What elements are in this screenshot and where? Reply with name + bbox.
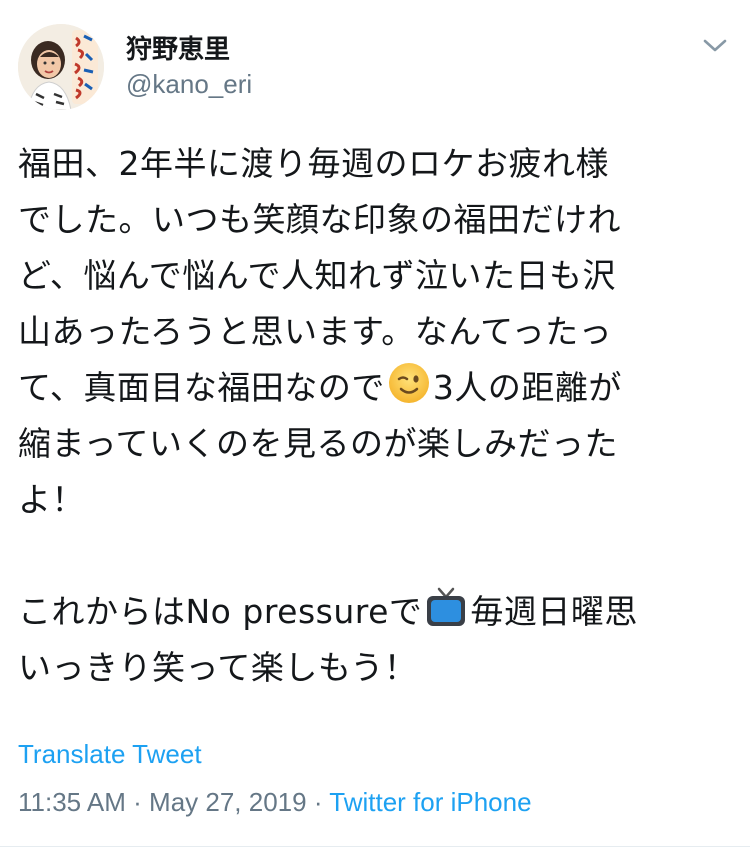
- tweet-fragment: て、真面目な福田なので: [18, 368, 385, 407]
- tweet-line: よ！: [18, 480, 85, 519]
- display-name[interactable]: 狩野恵里: [126, 32, 252, 66]
- tweet-line: いっきり笑って楽しもう！: [18, 648, 418, 687]
- tweet-metadata: 11:35 AM · May 27, 2019 · Twitter for iP…: [18, 784, 532, 820]
- tweet-fragment: 3人の距離が: [432, 368, 622, 407]
- tweet-line-with-emoji: これからはNo pressureで 毎週日曜思: [18, 584, 734, 640]
- chevron-down-icon[interactable]: [702, 36, 728, 56]
- meta-separator: ·: [306, 787, 330, 817]
- tweet-line: 福田、2年半に渡り毎週のロケお疲れ様: [18, 144, 609, 183]
- divider: [0, 846, 750, 847]
- meta-separator: ·: [125, 787, 150, 817]
- tweet-line: 縮まっていくのを見るのが楽しみだった: [18, 424, 619, 463]
- tweet-text: 福田、2年半に渡り毎週のロケお疲れ様 でした。いつも笑顔な印象の福田だけれ ど、…: [18, 136, 734, 696]
- tweet-time[interactable]: 11:35 AM: [18, 787, 126, 817]
- avatar[interactable]: [18, 24, 104, 110]
- translate-tweet-link[interactable]: Translate Tweet: [18, 736, 202, 772]
- winking-face-emoji-icon: [387, 361, 431, 405]
- tweet-line: 山あったろうと思います。なんてったっ: [18, 312, 613, 351]
- tweet-date[interactable]: May 27, 2019: [149, 787, 307, 817]
- television-emoji-icon: [424, 585, 468, 629]
- tweet-line: でした。いつも笑顔な印象の福田だけれ: [18, 200, 621, 239]
- tweet-fragment: 毎週日曜思: [470, 592, 638, 631]
- tweet-fragment: これからはNo pressureで: [18, 592, 423, 631]
- tweet-source-link[interactable]: Twitter for iPhone: [329, 787, 531, 817]
- profile-photo-icon: [18, 24, 104, 110]
- tweet-line-with-emoji: て、真面目な福田なので 3人の距離が: [18, 360, 734, 416]
- user-handle[interactable]: @kano_eri: [126, 66, 252, 102]
- tweet-header: 狩野恵里 @kano_eri: [18, 24, 732, 114]
- tweet-line: ど、悩んで悩んで人知れず泣いた日も沢: [18, 256, 617, 295]
